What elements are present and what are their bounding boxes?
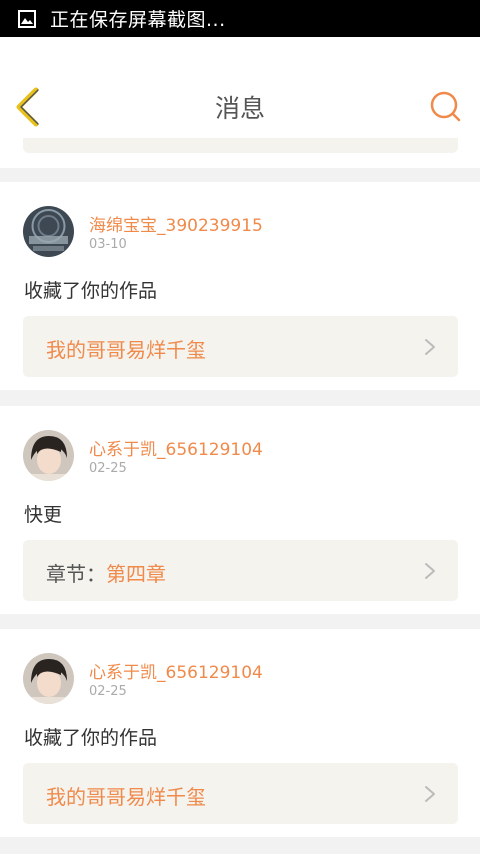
status-bar: 正在保存屏幕截图...	[0, 0, 480, 37]
message-text: 收藏了你的作品	[24, 727, 158, 749]
message-date: 02-25	[89, 684, 127, 699]
avatar[interactable]	[23, 206, 74, 257]
status-text: 正在保存屏幕截图...	[50, 9, 226, 31]
message-list[interactable]: 海绵宝宝_390239915 03-10 收藏了你的作品 我的哥哥易烊千玺 心系…	[0, 138, 480, 854]
ref-title: 第四章	[106, 562, 166, 586]
list-item	[0, 138, 480, 168]
work-link[interactable]: 我的哥哥易烊千玺	[23, 316, 458, 377]
header: 消息	[0, 37, 480, 139]
list-item: 心系于凯_656129104 02-25 收藏了你的作品 我的哥哥易烊千玺	[0, 629, 480, 837]
image-icon	[18, 9, 36, 28]
message-date: 03-10	[89, 237, 127, 252]
list-item: 海绵宝宝_390239915 03-10 收藏了你的作品 我的哥哥易烊千玺	[0, 182, 480, 390]
chapter-link[interactable]: 章节：第四章	[23, 540, 458, 601]
ref-prefix: 章节：	[46, 562, 106, 586]
username[interactable]: 海绵宝宝_390239915	[89, 211, 263, 236]
work-link[interactable]: 我的哥哥易烊千玺	[23, 763, 458, 824]
chevron-right-icon	[425, 563, 435, 579]
list-item: 心系于凯_656129104 02-25 快更 章节：第四章	[0, 406, 480, 614]
page-title: 消息	[214, 94, 265, 123]
ref-title: 我的哥哥易烊千玺	[46, 338, 206, 362]
avatar[interactable]	[23, 653, 74, 704]
chevron-right-icon	[425, 339, 435, 355]
chevron-right-icon	[425, 786, 435, 802]
search-icon[interactable]	[428, 89, 462, 123]
ref-title: 我的哥哥易烊千玺	[46, 785, 206, 809]
reference-box[interactable]	[23, 138, 458, 153]
avatar[interactable]	[23, 430, 74, 481]
username[interactable]: 心系于凯_656129104	[89, 658, 263, 683]
username[interactable]: 心系于凯_656129104	[89, 435, 263, 460]
message-text: 收藏了你的作品	[24, 280, 158, 302]
message-text: 快更	[24, 504, 63, 526]
message-date: 02-25	[89, 461, 127, 476]
